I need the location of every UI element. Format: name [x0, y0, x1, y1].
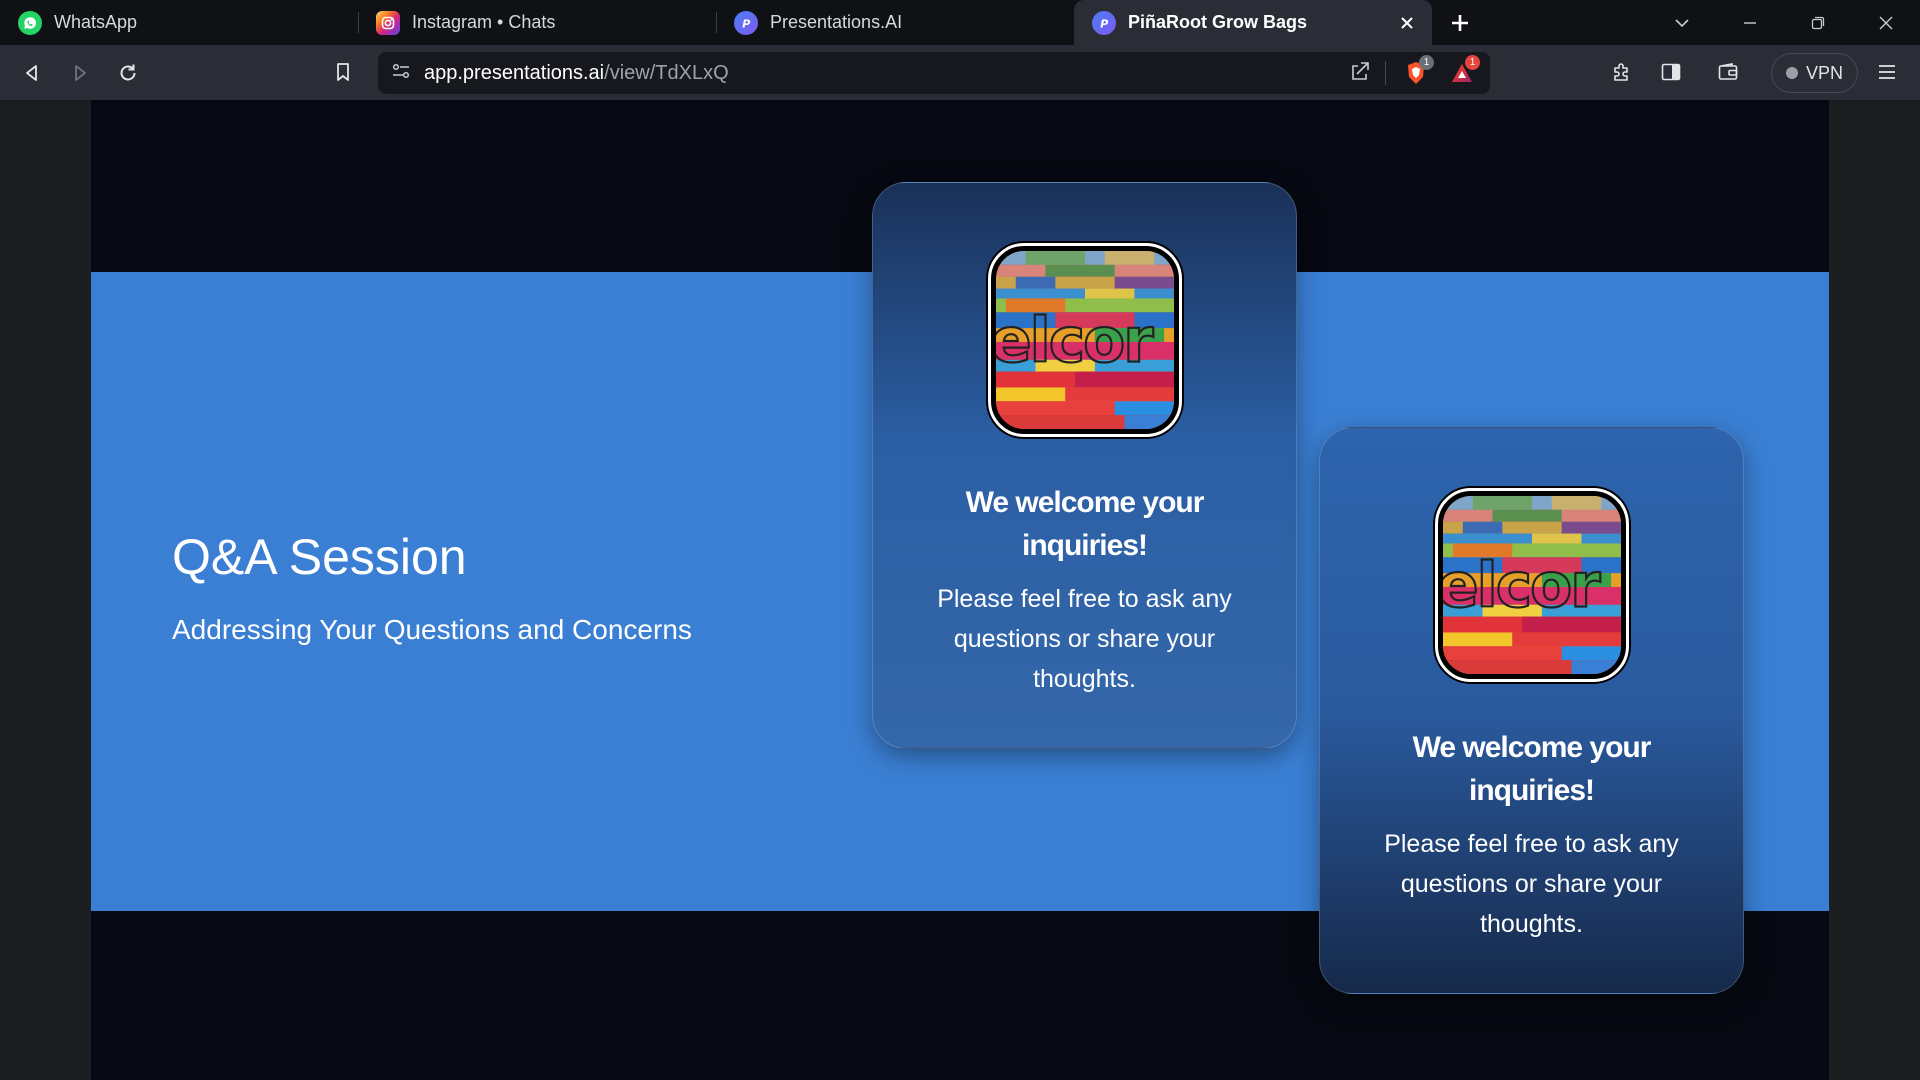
tab-whatsapp[interactable]: WhatsApp [0, 0, 358, 45]
vpn-status-icon [1786, 67, 1798, 79]
vpn-button[interactable]: VPN [1771, 53, 1859, 93]
svg-text:elcor: elcor [996, 306, 1154, 377]
tab-title: Presentations.AI [770, 12, 903, 32]
restore-icon [1811, 16, 1825, 29]
url-text[interactable]: app.presentations.ai/view/TdXLxQ [424, 62, 729, 85]
rewards-count-badge: 1 [1465, 55, 1480, 70]
card-heading: We welcome your inquiries! [965, 486, 1205, 562]
inquiry-card: elcor We welcome your inquiries! Please … [872, 182, 1297, 749]
site-settings-icon[interactable] [390, 60, 412, 87]
instagram-icon [376, 10, 400, 35]
minimize-icon [1744, 21, 1756, 24]
tab-presentations-ai[interactable]: P Presentations.AI [716, 0, 1074, 45]
tab-title: Instagram • Chats [412, 12, 556, 32]
brave-shields-button[interactable]: 1 [1400, 55, 1434, 89]
forward-arrow-icon [75, 64, 86, 81]
url-path: /view/TdXLxQ [604, 61, 729, 84]
main-menu-button[interactable] [1863, 52, 1911, 92]
slide-subtitle: Addressing Your Questions and Concerns [172, 614, 692, 645]
browser-toolbar: app.presentations.ai/view/TdXLxQ 1 1 VPN [0, 45, 1920, 100]
reload-icon [120, 64, 136, 80]
chevron-down-icon [1675, 18, 1689, 27]
divider [1385, 61, 1386, 85]
svg-text:elcor: elcor [1443, 551, 1601, 622]
colorful-welcome-image: elcor [1442, 496, 1621, 674]
bookmark-icon [337, 63, 349, 81]
restore-button[interactable] [1784, 0, 1852, 45]
tab-strip: WhatsApp Instagram • Chats P Presentatio… [0, 0, 1920, 45]
hamburger-menu-icon [1879, 65, 1895, 79]
card-heading: We welcome your inquiries! [1412, 731, 1652, 807]
new-tab-button[interactable] [1432, 0, 1488, 45]
close-tab-icon[interactable] [1396, 12, 1418, 34]
close-window-button[interactable] [1852, 0, 1920, 45]
brave-rewards-button[interactable]: 1 [1446, 55, 1480, 89]
tab-search-button[interactable] [1648, 0, 1716, 45]
page-viewport: Q&A Session Addressing Your Questions an… [0, 100, 1920, 1080]
share-icon[interactable] [1349, 60, 1371, 87]
url-host: app.presentations.ai [424, 61, 605, 84]
svg-text:P: P [742, 17, 750, 30]
close-icon [1879, 16, 1893, 29]
minimize-button[interactable] [1716, 0, 1784, 45]
tab-title: WhatsApp [54, 12, 138, 32]
wallet-button[interactable] [1704, 52, 1752, 92]
back-arrow-icon [26, 64, 37, 81]
card-image: elcor [1434, 488, 1629, 682]
presentation-slide: Q&A Session Addressing Your Questions an… [91, 100, 1829, 1080]
vpn-label: VPN [1806, 62, 1844, 83]
shields-count-badge: 1 [1419, 55, 1434, 70]
plus-icon [1452, 14, 1468, 31]
presentations-ai-icon: P [1092, 10, 1116, 35]
sidebar-icon [1661, 63, 1681, 81]
extensions-button[interactable] [1598, 52, 1646, 92]
puzzle-icon [1614, 63, 1628, 81]
tab-title: PiñaRoot Grow Bags [1128, 12, 1308, 32]
card-body: Please feel free to ask any questions or… [1384, 830, 1679, 938]
wallet-icon [1718, 63, 1738, 80]
colorful-welcome-image: elcor [995, 251, 1174, 429]
inquiry-card: elcor We welcome your inquiries! Please … [1319, 427, 1744, 994]
presentations-ai-icon: P [734, 10, 758, 35]
address-bar[interactable]: app.presentations.ai/view/TdXLxQ 1 1 [378, 52, 1490, 94]
tab-instagram[interactable]: Instagram • Chats [358, 0, 716, 45]
slide-title: Q&A Session [172, 529, 467, 585]
whatsapp-icon [18, 10, 42, 35]
card-image: elcor [987, 243, 1182, 437]
sidebar-button[interactable] [1647, 52, 1695, 92]
forward-button[interactable] [56, 53, 104, 93]
back-button[interactable] [8, 53, 56, 93]
reload-button[interactable] [104, 53, 152, 93]
svg-text:P: P [1100, 17, 1108, 30]
tab-pinaroot-grow-bags[interactable]: P PiñaRoot Grow Bags [1074, 0, 1432, 45]
bookmark-button[interactable] [319, 52, 367, 92]
card-body: Please feel free to ask any questions or… [937, 585, 1232, 693]
